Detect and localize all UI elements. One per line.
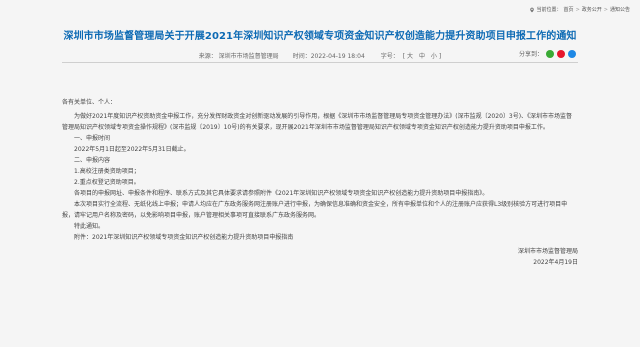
qq-share-icon[interactable] bbox=[568, 49, 576, 58]
sign-date: 2022年4月19日 bbox=[533, 259, 578, 266]
paragraph-heading-time: 一、申报时间 bbox=[74, 135, 111, 142]
paragraph-intro: 为做好2021年度知识产权资助资金申报工作，充分发挥财政资金对创新驱动发展的引导… bbox=[62, 113, 573, 131]
paragraph-heading-content: 二、申报内容 bbox=[74, 157, 111, 164]
breadcrumb-separator: > bbox=[603, 6, 608, 13]
article-title: 深圳市市场监督管理局关于开展2021年深圳知识产权领域专项资金知识产权创造能力提… bbox=[63, 31, 577, 42]
publish-date: 时间：2022-04-19 18:04 bbox=[292, 53, 365, 60]
font-size-control: 字号： [大 中 小] bbox=[380, 53, 442, 60]
location-icon bbox=[529, 7, 534, 12]
paragraph-item-1: 1.高校注册类资助项目； bbox=[74, 168, 140, 175]
font-size-medium[interactable]: 中 bbox=[419, 53, 425, 60]
signature: 深圳市市场监督管理局 bbox=[517, 248, 578, 255]
article-body: 各有关单位、个人： 为做好2021年度知识产权资助资金申报工作，充分发挥财政资金… bbox=[62, 97, 578, 268]
paragraph-notice: 特此通知。 bbox=[74, 223, 105, 230]
paragraph-item-2: 2.重点权登记资助项目。 bbox=[74, 179, 140, 186]
greeting: 各有关单位、个人： bbox=[62, 99, 117, 106]
breadcrumb-prefix: 当前位置： bbox=[536, 7, 562, 13]
font-size-small[interactable]: 小 bbox=[431, 53, 437, 60]
title-divider bbox=[62, 62, 578, 63]
weibo-share-icon[interactable] bbox=[557, 49, 565, 58]
source: 来源： 深圳市市场监督管理局 bbox=[199, 51, 279, 60]
paragraph-guideline: 各项目的申报网址、申报条件和程序、联系方式及其它具体要求请参照附件《2021年深… bbox=[74, 190, 489, 197]
source-label: 来源： bbox=[198, 53, 217, 60]
breadcrumb-notice-link[interactable]: 通知公告 bbox=[610, 6, 630, 13]
breadcrumb-separator: > bbox=[575, 6, 580, 13]
breadcrumb: 当前位置： 首页 > 政务公开 > 通知公告 bbox=[529, 6, 630, 13]
paragraph-attachment[interactable]: 附件：2021年深圳知识产权领域专项资金知识产权创造能力提升资助项目申报指南 bbox=[62, 232, 578, 243]
font-size-large[interactable]: 大 bbox=[407, 53, 413, 60]
breadcrumb-public-link[interactable]: 政务公开 bbox=[582, 6, 602, 13]
source-value: 深圳市市场监督管理局 bbox=[218, 53, 279, 60]
paragraph-time: 2022年5月1日起至2022年5月31日截止。 bbox=[74, 146, 190, 153]
breadcrumb-home-link[interactable]: 首页 bbox=[564, 6, 574, 13]
paragraph-online-apply: 本次项目实行全流程、无纸化线上申报；申请人均应在广东政务服务网注册账户进行申报，… bbox=[62, 201, 568, 219]
share-label: 分享到： bbox=[518, 51, 543, 58]
font-size-label: 字号： bbox=[380, 53, 399, 60]
share-bar: 分享到： bbox=[519, 49, 576, 58]
wechat-share-icon[interactable] bbox=[546, 49, 554, 58]
notice-page: 当前位置： 首页 > 政务公开 > 通知公告 深圳市市场监督管理局关于开展202… bbox=[0, 0, 640, 347]
